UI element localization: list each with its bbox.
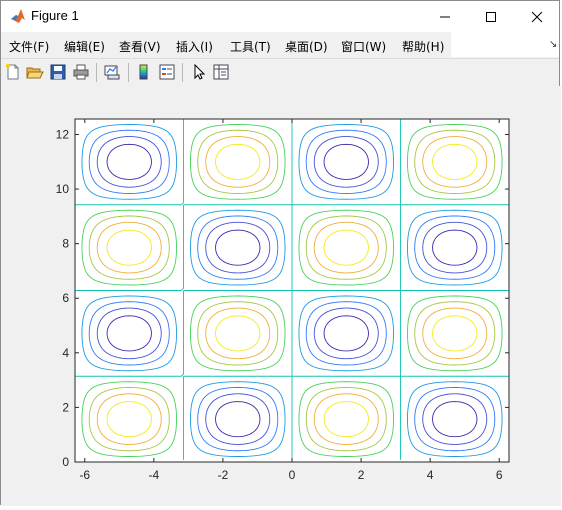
save-icon[interactable] (49, 63, 67, 81)
menu-view[interactable]: 查看(V) (119, 38, 161, 55)
toolbar-separator (182, 63, 183, 82)
x-tick-label: -4 (149, 468, 160, 482)
toolbar-separator (128, 63, 129, 82)
insert-legend-icon[interactable] (158, 63, 176, 81)
menu-tools[interactable]: 工具(T) (230, 38, 271, 55)
figure-toolbar (1, 58, 559, 87)
x-tick-label: -2 (218, 468, 229, 482)
y-tick-label: 12 (56, 127, 70, 141)
property-inspector-icon[interactable] (212, 63, 230, 81)
new-figure-icon[interactable] (4, 63, 22, 81)
toolbar-separator (96, 63, 97, 82)
title-bar[interactable]: Figure 1 (1, 1, 559, 32)
y-tick-label: 8 (62, 237, 69, 251)
x-tick-label: 0 (289, 468, 296, 482)
maximize-button[interactable] (468, 1, 514, 32)
y-tick-label: 0 (62, 455, 69, 469)
x-tick-label: 4 (427, 468, 434, 482)
x-tick-label: 2 (358, 468, 365, 482)
minimize-button[interactable] (422, 1, 468, 32)
menu-insert[interactable]: 插入(I) (176, 38, 213, 55)
maximize-icon (486, 11, 496, 22)
y-tick-label: 2 (62, 400, 69, 414)
y-tick-label: 4 (62, 346, 69, 360)
menu-desktop[interactable]: 桌面(D) (285, 38, 328, 55)
matlab-logo-icon (10, 8, 26, 24)
minimize-icon (440, 16, 450, 17)
y-tick-label: 6 (62, 291, 69, 305)
figure-window: Figure 1 文件(F) 编辑(E) 查看(V) 插入(I) 工具(T) 桌… (0, 0, 561, 506)
link-plot-icon[interactable] (103, 63, 121, 81)
dock-arrow-icon[interactable]: ↘ (549, 39, 557, 50)
open-file-icon[interactable] (26, 63, 44, 81)
menu-edit[interactable]: 编辑(E) (64, 38, 105, 55)
close-icon (531, 11, 543, 22)
menu-file[interactable]: 文件(F) (9, 38, 49, 55)
contour-plot[interactable]: -6 -4 -2 0 2 4 6 0 2 4 6 8 10 12 (1, 86, 561, 506)
figure-canvas[interactable]: -6 -4 -2 0 2 4 6 0 2 4 6 8 10 12 (1, 86, 561, 506)
window-title: Figure 1 (31, 8, 79, 23)
menu-window[interactable]: 窗口(W) (341, 38, 386, 55)
close-button[interactable] (514, 1, 560, 32)
x-tick-label: 6 (496, 468, 503, 482)
x-tick-label: -6 (79, 468, 90, 482)
print-icon[interactable] (72, 63, 90, 81)
menu-help[interactable]: 帮助(H) (402, 38, 444, 55)
y-tick-label: 10 (56, 182, 70, 196)
insert-colorbar-icon[interactable] (135, 63, 153, 81)
edit-plot-arrow-icon[interactable] (190, 63, 208, 81)
